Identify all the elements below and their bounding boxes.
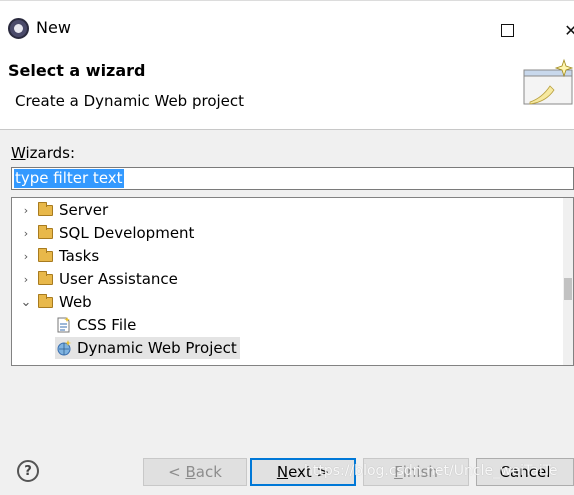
tree-item-dynamic-web-project[interactable]: Dynamic Web Project (55, 337, 240, 359)
tree-item-label: User Assistance (59, 270, 178, 288)
finish-button-mnemonic: F (394, 463, 403, 481)
new-wizard-icon (523, 58, 574, 105)
folder-icon (38, 270, 53, 285)
eclipse-icon (8, 18, 29, 39)
tree-item-tasks[interactable]: › Tasks (18, 245, 99, 267)
close-icon: ✕ (564, 20, 574, 40)
filter-input[interactable]: type filter text (11, 167, 574, 190)
wizards-label-mnemonic: W (11, 144, 26, 162)
finish-button-label: inish (402, 463, 438, 481)
maximize-icon (500, 23, 514, 37)
filter-text: type filter text (14, 169, 124, 188)
tree-item-web[interactable]: ⌄ Web (18, 291, 92, 313)
close-button[interactable]: ✕ (548, 15, 574, 45)
folder-icon (38, 201, 53, 216)
tree-scrollbar[interactable] (563, 198, 573, 365)
tree-item-css-file[interactable]: CSS File (55, 314, 136, 336)
tree-item-label: Web (59, 293, 92, 311)
next-button[interactable]: Next > (250, 458, 356, 486)
folder-icon (38, 247, 53, 262)
help-icon: ? (24, 463, 32, 479)
cancel-button-label: Cancel (499, 463, 551, 481)
wizards-label-text: izards: (25, 144, 76, 162)
wizard-header: Select a wizard Create a Dynamic Web pro… (0, 50, 574, 130)
maximize-button[interactable] (484, 15, 530, 45)
minimize-button[interactable]: — (416, 15, 462, 45)
page-title: Select a wizard (8, 61, 146, 80)
back-button-label: ack (195, 463, 222, 481)
tree-item-label: SQL Development (59, 224, 195, 242)
back-button-mnemonic: B (185, 463, 196, 481)
tree-item-server[interactable]: › Server (18, 199, 108, 221)
scrollbar-thumb[interactable] (564, 278, 572, 300)
folder-icon (38, 293, 53, 308)
title-bar: New — ✕ (0, 0, 574, 50)
chevron-right-icon[interactable]: › (18, 227, 34, 240)
wizards-label: Wizards: (11, 144, 75, 162)
tree-item-label: Server (59, 201, 109, 219)
help-button[interactable]: ? (17, 460, 39, 482)
cancel-button[interactable]: Cancel (476, 458, 574, 486)
chevron-right-icon[interactable]: › (18, 250, 34, 263)
back-button[interactable]: < Back (143, 458, 247, 486)
next-button-mnemonic: N (276, 463, 289, 481)
finish-button[interactable]: Finish (363, 458, 469, 486)
window-title: New (36, 18, 71, 37)
css-file-icon (55, 317, 72, 334)
back-button-prefix: < (168, 463, 186, 481)
chevron-down-icon[interactable]: ⌄ (18, 295, 34, 310)
minimize-icon: — (431, 21, 447, 40)
wizard-tree[interactable]: › Server › SQL Development › Tasks › Use… (11, 197, 574, 366)
tree-item-label: Dynamic Web Project (77, 339, 237, 357)
tree-item-user-assistance[interactable]: › User Assistance (18, 268, 178, 290)
chevron-right-icon[interactable]: › (18, 273, 34, 286)
tree-item-sql-development[interactable]: › SQL Development (18, 222, 195, 244)
folder-icon (38, 224, 53, 239)
web-project-icon (55, 340, 72, 357)
tree-item-label: CSS File (77, 316, 137, 334)
tree-item-label: Tasks (59, 247, 100, 265)
chevron-right-icon[interactable]: › (18, 204, 34, 217)
page-description: Create a Dynamic Web project (15, 92, 245, 110)
next-button-label: ext > (288, 463, 330, 481)
